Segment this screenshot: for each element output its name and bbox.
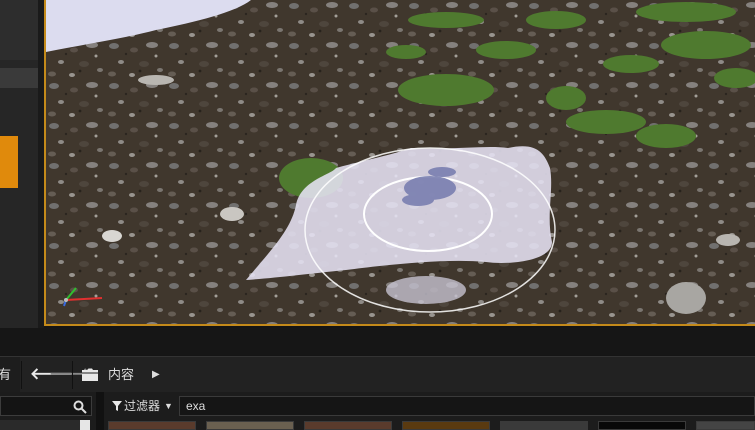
asset-search-input[interactable]: exa (179, 396, 755, 416)
left-panel-header (0, 0, 38, 60)
asset-thumbnail[interactable] (696, 421, 755, 430)
breadcrumb-content[interactable]: 内容 (108, 366, 134, 384)
folder-tree-item[interactable] (0, 420, 80, 430)
asset-thumbnail[interactable] (304, 421, 392, 430)
path-search-input[interactable] (0, 396, 92, 416)
asset-thumbnail[interactable] (598, 421, 686, 430)
panel-gap (0, 328, 755, 355)
content-browser-body: 过滤器 ▼ exa (0, 392, 755, 430)
left-panel (0, 0, 38, 330)
forward-arrow-icon[interactable]: 🡒 (49, 366, 92, 384)
toolbar-divider (72, 361, 73, 389)
filter-icon (112, 401, 122, 411)
asset-thumbnail[interactable] (108, 421, 196, 430)
search-icon[interactable] (73, 400, 87, 414)
add-button-partial[interactable]: 有 (0, 357, 20, 393)
level-viewport[interactable] (44, 0, 755, 326)
asset-thumbnail[interactable] (402, 421, 490, 430)
toolbar-divider (21, 361, 22, 389)
chevron-down-icon: ▼ (164, 401, 173, 411)
panel-splitter[interactable] (96, 392, 104, 430)
filter-label: 过滤器 (124, 399, 161, 413)
folder-tree-scrollbar[interactable] (80, 420, 90, 430)
breadcrumb-arrow-icon[interactable]: ▶ (152, 366, 160, 384)
viewport-scene (46, 0, 755, 324)
left-panel-active-button[interactable] (0, 136, 18, 188)
asset-thumbnail[interactable] (206, 421, 294, 430)
filter-button[interactable]: 过滤器 ▼ (108, 396, 176, 416)
folder-icon (82, 368, 98, 381)
back-arrow-icon[interactable]: 🡐 (30, 366, 73, 384)
asset-thumbnail[interactable] (500, 421, 588, 430)
content-browser-toolbar: 有 🡐 🡒 内容 ▶ (0, 356, 755, 393)
left-panel-tab[interactable] (0, 68, 38, 88)
